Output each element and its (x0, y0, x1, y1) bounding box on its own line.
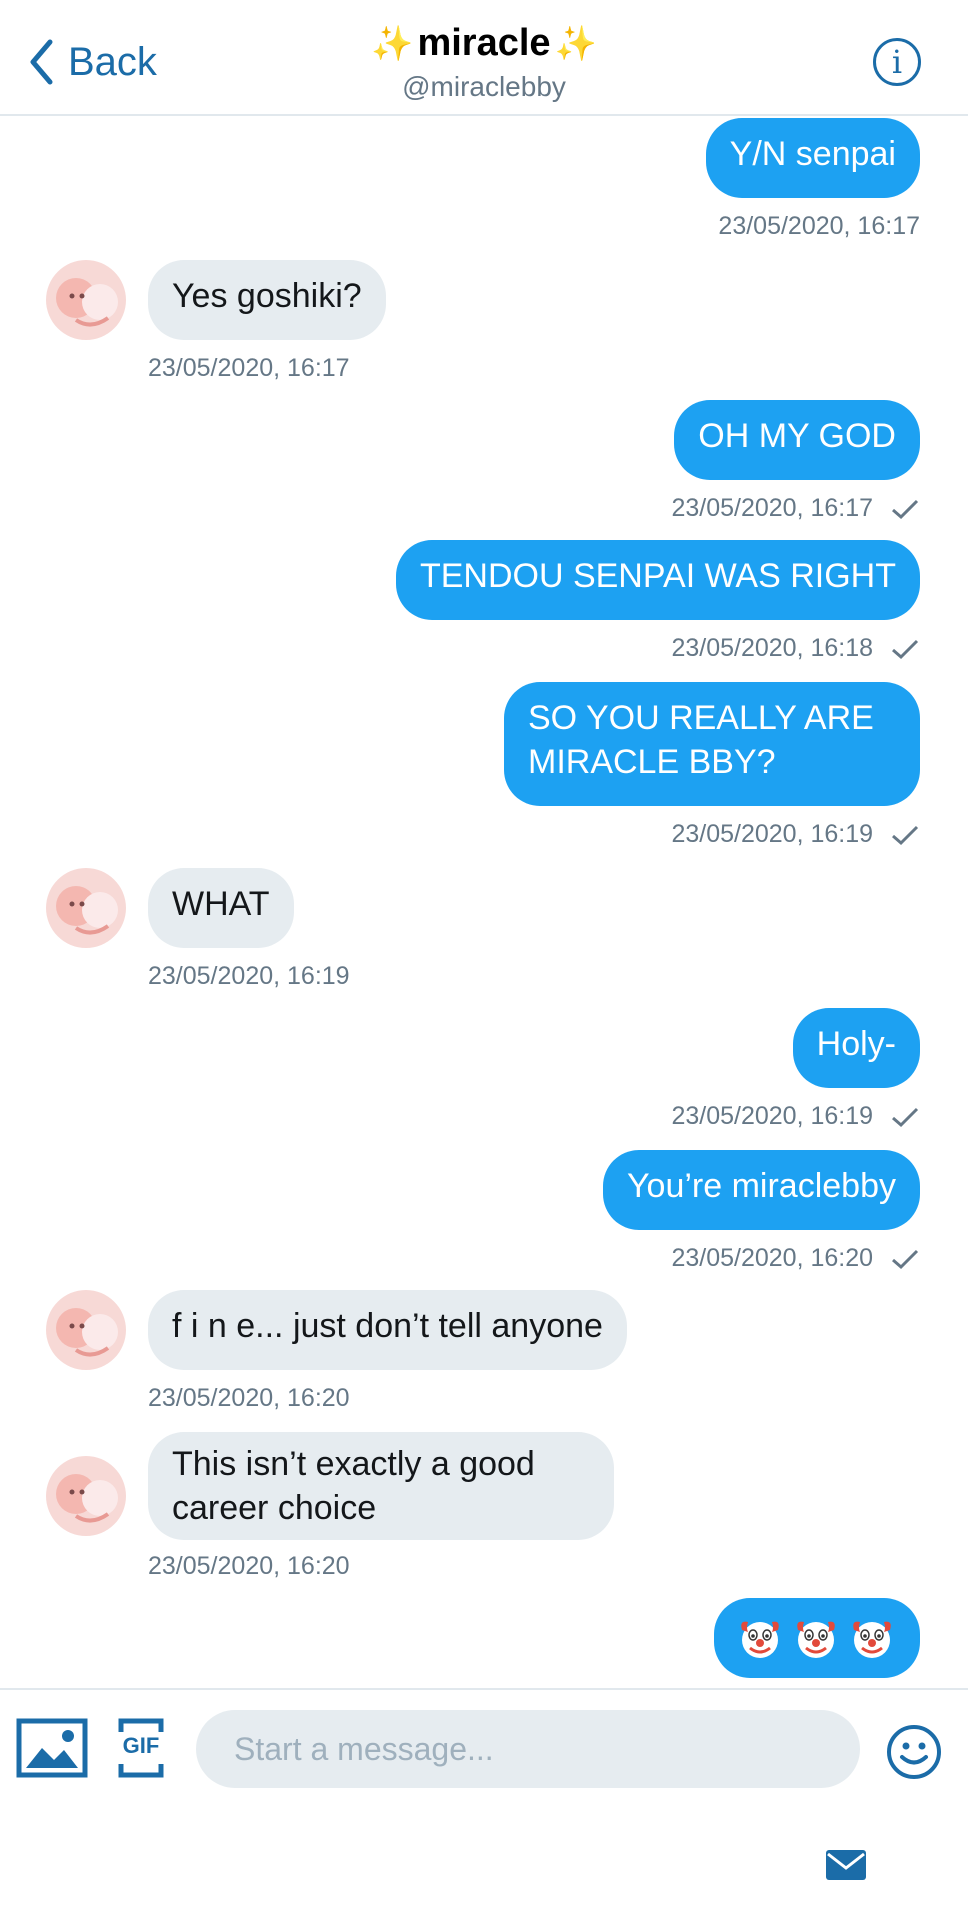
gif-label: GIF (122, 1733, 160, 1758)
message-bubble-outgoing[interactable] (714, 1598, 920, 1678)
message-timestamp: 23/05/2020, 16:19 (671, 820, 920, 849)
mail-icon[interactable] (824, 1846, 868, 1889)
conversation-title: miracle (417, 22, 551, 64)
message-bubble-outgoing[interactable]: Holy- (792, 1008, 920, 1088)
avatar[interactable] (46, 1290, 126, 1370)
message-timestamp: 23/05/2020, 16:17 (671, 494, 920, 523)
message-bubble-incoming[interactable]: Yes goshiki? (148, 260, 386, 340)
message-timestamp: 23/05/2020, 16:20 (148, 1384, 350, 1412)
bottom-tab-bar (0, 1808, 968, 1920)
message-timestamp: 23/05/2020, 16:17 (148, 354, 350, 382)
emoji-icon[interactable] (886, 1724, 942, 1785)
message-composer: GIF Start a message... (0, 1688, 968, 1810)
message-timestamp: 23/05/2020, 16:17 (718, 212, 920, 240)
message-timestamp: 23/05/2020, 16:18 (671, 634, 920, 663)
info-icon[interactable]: i (873, 38, 921, 86)
message-bubble-outgoing[interactable]: TENDOU SENPAI WAS RIGHT (395, 540, 920, 620)
read-check-icon (892, 826, 919, 846)
conversation-handle: @miraclebby (402, 71, 566, 102)
message-bubble-outgoing[interactable]: SO YOU REALLY ARE MIRACLE BBY? (504, 682, 920, 806)
avatar[interactable] (46, 260, 126, 340)
image-icon[interactable] (16, 1718, 88, 1783)
clown-face-icon (741, 1621, 779, 1658)
message-bubble-incoming[interactable]: WHAT (148, 868, 294, 948)
read-check-icon (892, 640, 919, 660)
message-thread[interactable]: Y/N senpai 23/05/2020, 16:17 Yes goshiki… (0, 116, 968, 1686)
message-timestamp: 23/05/2020, 16:20 (671, 1244, 920, 1273)
sparkles-icon: ✨ (554, 24, 597, 63)
clown-face-icon (797, 1621, 835, 1658)
conversation-title-block: ✨ miracle ✨ @miraclebby (0, 22, 968, 103)
read-check-icon (892, 500, 919, 520)
clown-face-icon (853, 1621, 891, 1658)
gif-button[interactable]: GIF (118, 1718, 164, 1778)
message-bubble-incoming[interactable]: f i n e... just don’t tell anyone (148, 1290, 627, 1370)
avatar[interactable] (46, 868, 126, 948)
message-bubble-outgoing[interactable]: Y/N senpai (705, 118, 920, 198)
message-bubble-outgoing[interactable]: OH MY GOD (674, 400, 920, 480)
message-bubble-outgoing[interactable]: You’re miraclebby (603, 1150, 920, 1230)
message-timestamp: 23/05/2020, 16:19 (148, 962, 350, 990)
avatar[interactable] (46, 1456, 126, 1536)
read-check-icon (892, 1108, 919, 1128)
message-timestamp: 23/05/2020, 16:19 (671, 1102, 920, 1131)
conversation-header: Back ✨ miracle ✨ @miraclebby i (0, 0, 968, 116)
read-check-icon (892, 1250, 919, 1270)
message-timestamp: 23/05/2020, 16:20 (148, 1552, 350, 1580)
message-bubble-incoming[interactable]: This isn’t exactly a good career choice (148, 1432, 614, 1540)
sparkles-icon: ✨ (371, 24, 414, 63)
message-input[interactable]: Start a message... (196, 1710, 860, 1788)
